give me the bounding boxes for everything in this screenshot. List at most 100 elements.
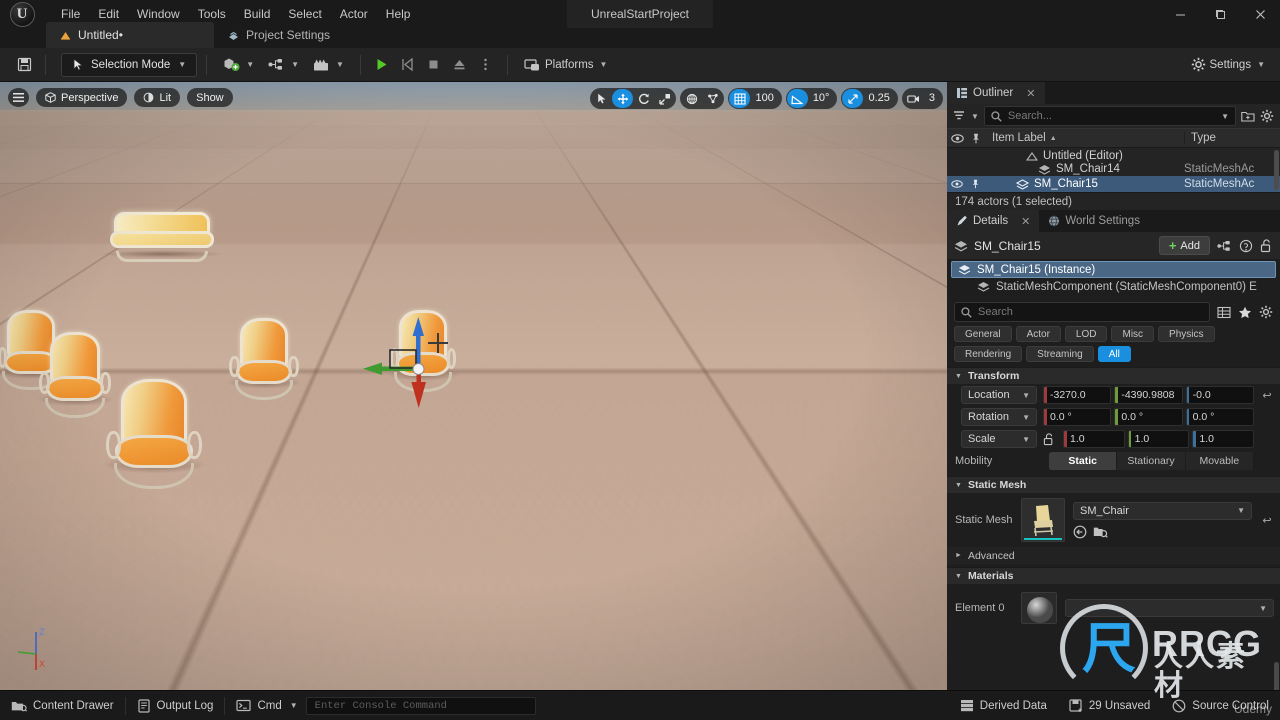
find-in-content-icon[interactable]	[1093, 525, 1108, 539]
row-pin-toggle[interactable]	[972, 179, 992, 189]
rotation-x-input[interactable]: 0.0 °	[1043, 408, 1112, 426]
section-transform[interactable]: ▼ Transform	[947, 367, 1280, 384]
camera-speed-value[interactable]: 3	[924, 89, 942, 108]
cmd-dropdown[interactable]: Cmd ▼	[225, 691, 301, 720]
angle-snap-toggle[interactable]	[786, 89, 808, 108]
section-advanced[interactable]: ► Advanced	[947, 547, 1280, 564]
scene-couch[interactable]	[100, 212, 224, 262]
scale-y-input[interactable]: 1.0	[1127, 430, 1190, 448]
scale-z-input[interactable]: 1.0	[1192, 430, 1255, 448]
angle-snap-value[interactable]: 10°	[808, 89, 837, 108]
show-menu-button[interactable]: Show	[187, 88, 233, 107]
transform-gizmo[interactable]	[360, 312, 490, 412]
scale-snap-toggle[interactable]	[842, 89, 864, 108]
more-options-button[interactable]	[474, 53, 498, 77]
scene-chair[interactable]	[36, 332, 114, 418]
filter-actor[interactable]: Actor	[1015, 326, 1061, 342]
section-static-mesh[interactable]: ▼ Static Mesh	[947, 476, 1280, 493]
static-mesh-asset-dropdown[interactable]: SM_Chair ▼	[1073, 501, 1252, 520]
filter-general[interactable]: General	[954, 326, 1012, 342]
component-row-staticmesh[interactable]: StaticMeshComponent (StaticMeshComponent…	[951, 278, 1276, 295]
selection-mode-dropdown[interactable]: Selection Mode ▼	[61, 52, 198, 77]
details-settings-button[interactable]	[1259, 305, 1273, 319]
settings-button[interactable]: Settings ▼	[1184, 52, 1272, 78]
add-actor-button[interactable]: ▼	[216, 52, 261, 78]
filter-misc[interactable]: Misc	[1111, 326, 1155, 342]
filter-lod[interactable]: LOD	[1064, 326, 1108, 342]
skip-button[interactable]	[396, 53, 420, 77]
outliner-settings-button[interactable]	[1260, 109, 1274, 123]
rotation-z-input[interactable]: 0.0 °	[1185, 408, 1254, 426]
rotation-y-input[interactable]: 0.0 °	[1114, 408, 1183, 426]
tab-details[interactable]: Details ✕	[947, 210, 1040, 232]
platforms-button[interactable]: Platforms ▼	[517, 52, 615, 78]
grid-snap-value[interactable]: 100	[750, 89, 780, 108]
select-tool-button[interactable]	[591, 89, 612, 108]
material-asset-dropdown[interactable]: ▼	[1065, 599, 1274, 617]
grid-snap-toggle[interactable]	[729, 89, 751, 108]
tab-outliner[interactable]: Outliner ✕	[947, 82, 1045, 104]
location-y-input[interactable]: -4390.9808	[1114, 386, 1183, 404]
console-command-input[interactable]: Enter Console Command	[305, 696, 536, 715]
view-mode-dropdown[interactable]: Lit	[134, 88, 181, 107]
column-layout-button[interactable]	[1217, 306, 1231, 319]
save-icon[interactable]	[12, 53, 36, 77]
filter-physics[interactable]: Physics	[1158, 326, 1215, 342]
play-button[interactable]	[370, 53, 394, 77]
details-search-input[interactable]: Search	[954, 302, 1210, 322]
scale-x-input[interactable]: 1.0	[1063, 430, 1125, 448]
column-type[interactable]: Type	[1184, 132, 1280, 144]
lock-details-button[interactable]	[1260, 238, 1273, 253]
filter-streaming[interactable]: Streaming	[1026, 346, 1094, 362]
filter-rendering[interactable]: Rendering	[954, 346, 1023, 362]
mobility-static[interactable]: Static	[1049, 452, 1118, 470]
location-mode-dropdown[interactable]: Location ▼	[961, 386, 1037, 404]
viewport-menu-icon[interactable]	[8, 88, 29, 107]
browse-icon[interactable]	[1073, 525, 1087, 539]
mobility-movable[interactable]: Movable	[1185, 452, 1254, 470]
camera-mode-dropdown[interactable]: Perspective	[36, 88, 128, 107]
scene-chair[interactable]	[102, 379, 206, 490]
close-icon[interactable]: ✕	[1026, 87, 1035, 100]
stop-button[interactable]	[422, 53, 446, 77]
location-z-input[interactable]: -0.0	[1185, 386, 1254, 404]
level-viewport[interactable]: Perspective Lit Show 100 10° 0.25 3 Z X	[0, 82, 947, 690]
surface-snap-icon[interactable]	[702, 89, 723, 108]
outliner-row-chair15[interactable]: SM_Chair15 StaticMeshAc	[947, 176, 1280, 192]
world-coords-icon[interactable]	[681, 89, 702, 108]
derived-data-button[interactable]: Derived Data	[949, 691, 1058, 720]
outliner-search-input[interactable]: Search... ▼	[983, 106, 1236, 126]
location-x-input[interactable]: -3270.0	[1043, 386, 1112, 404]
add-component-button[interactable]: + Add	[1158, 236, 1210, 255]
mobility-stationary[interactable]: Stationary	[1117, 452, 1186, 470]
static-mesh-reset-button[interactable]: ↩	[1260, 514, 1274, 527]
tab-project-settings[interactable]: Project Settings	[214, 22, 346, 48]
chevron-down-icon[interactable]: ▼	[1221, 112, 1229, 121]
tab-world-settings[interactable]: World Settings	[1039, 210, 1149, 232]
location-reset-button[interactable]: ↩	[1260, 389, 1274, 402]
content-drawer-button[interactable]: Content Drawer	[0, 691, 125, 720]
filter-all[interactable]: All	[1097, 346, 1131, 362]
close-icon[interactable]: ✕	[1021, 215, 1030, 228]
scale-lock-button[interactable]	[1043, 432, 1057, 446]
eject-button[interactable]	[448, 53, 472, 77]
tab-untitled-level[interactable]: Untitled•	[46, 22, 214, 48]
outliner-scrollbar[interactable]	[1274, 150, 1279, 190]
outliner-row-chair14[interactable]: SM_Chair14 StaticMeshAc	[947, 161, 1280, 177]
component-row-instance[interactable]: SM_Chair15 (Instance)	[951, 261, 1276, 278]
camera-speed-icon[interactable]	[903, 89, 924, 108]
outliner-filter-button[interactable]: ▼	[953, 110, 979, 122]
rotation-mode-dropdown[interactable]: Rotation ▼	[961, 408, 1037, 426]
unsaved-button[interactable]: 29 Unsaved	[1058, 691, 1161, 720]
cinematics-button[interactable]: ▼	[306, 52, 351, 78]
blueprints-button[interactable]: ▼	[261, 52, 306, 78]
scale-snap-value[interactable]: 0.25	[863, 89, 896, 108]
blueprint-edit-button[interactable]	[1217, 240, 1232, 252]
material-thumbnail[interactable]	[1021, 592, 1057, 624]
scene-chair[interactable]	[226, 318, 302, 400]
section-materials[interactable]: ▼ Materials	[947, 567, 1280, 584]
help-button[interactable]	[1239, 239, 1253, 253]
output-log-button[interactable]: Output Log	[126, 691, 225, 720]
favorites-button[interactable]	[1238, 306, 1252, 319]
row-visibility-toggle[interactable]	[951, 180, 972, 188]
